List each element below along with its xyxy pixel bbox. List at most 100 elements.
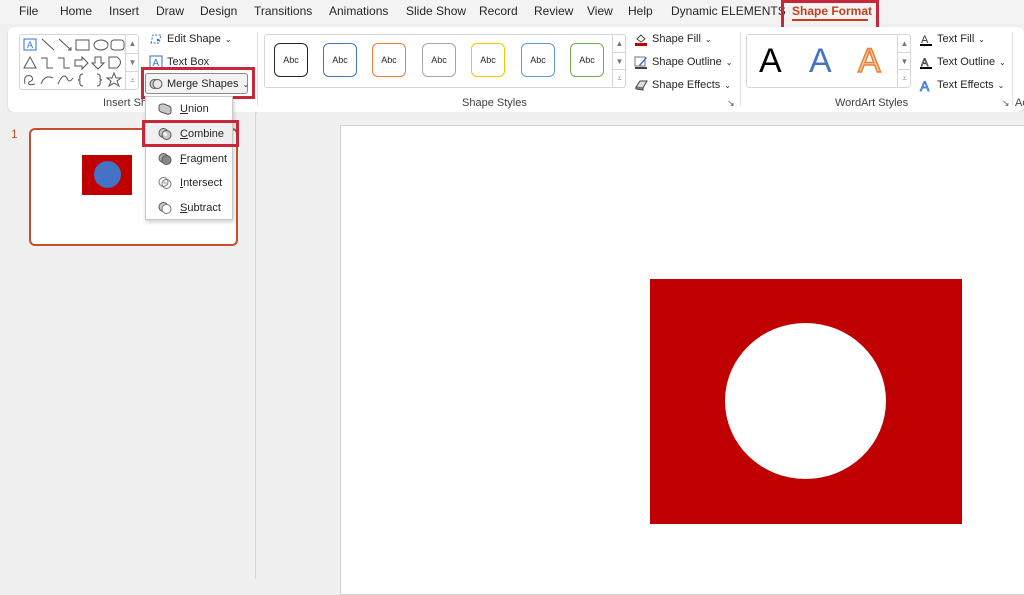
svg-text:A: A [920, 78, 930, 92]
shape-style-orange[interactable]: Abc [372, 43, 406, 77]
scroll-down-icon[interactable]: ▼ [126, 53, 139, 71]
text-effects-button[interactable]: A Text Effects ⌄ [919, 78, 1005, 92]
scroll-up-icon[interactable]: ▲ [613, 35, 626, 52]
menu-item-subtract[interactable]: Subtract [146, 197, 232, 219]
shape-style-light-blue[interactable]: Abc [521, 43, 555, 77]
wordart-style-black[interactable]: A [759, 42, 782, 81]
tab-draw[interactable]: Draw [156, 4, 184, 18]
tab-view[interactable]: View [587, 4, 613, 18]
text-fill-button[interactable]: A Text Fill ⌄ [919, 32, 985, 46]
chevron-down-icon: ⌄ [725, 57, 733, 67]
shape-style-gray[interactable]: Abc [422, 43, 456, 77]
menu-item-label: ubtract [187, 202, 221, 214]
merge-shapes-icon [149, 79, 163, 89]
slide-canvas[interactable] [340, 125, 1024, 595]
style-label: Abc [381, 55, 397, 65]
wordart-scroll[interactable]: ▲ ▼ ⩡ [897, 35, 911, 87]
svg-text:A: A [153, 58, 160, 69]
union-icon [158, 102, 172, 116]
text-outline-icon: A [920, 57, 932, 69]
menu-item-intersect[interactable]: Intersect [146, 172, 232, 194]
text-outline-label: Text Outline [937, 56, 996, 68]
dialog-launcher-icon[interactable]: ↘ [1002, 98, 1010, 109]
shape-effects-label: Shape Effects [652, 79, 721, 91]
merge-shapes-button[interactable]: Merge Shapes ⌄ [149, 77, 249, 91]
shape-outline-label: Shape Outline [652, 56, 722, 68]
text-box-icon: A [149, 55, 163, 69]
wordart-style-orange-outline[interactable]: A [857, 41, 881, 81]
dialog-launcher-icon[interactable]: ↘ [727, 98, 735, 109]
menu-bar: File Home Insert Draw Design Transitions… [0, 0, 1024, 24]
style-label: Abc [431, 55, 447, 65]
accelerator-key: F [180, 153, 187, 165]
tab-dynamic-elements[interactable]: Dynamic ELEMENTS [671, 4, 786, 18]
shape-style-black[interactable]: Abc [274, 43, 308, 77]
svg-text:A: A [27, 40, 33, 50]
chevron-down-icon: ⌄ [242, 79, 250, 89]
group-separator [1012, 32, 1013, 106]
group-separator [257, 32, 258, 106]
text-effects-icon: A [920, 78, 931, 92]
shape-fill-button[interactable]: Shape Fill ⌄ [634, 32, 712, 46]
tab-animations[interactable]: Animations [329, 4, 388, 18]
text-effects-label: Text Effects [937, 79, 994, 91]
accelerator-key: U [180, 103, 188, 115]
text-fill-icon: A [920, 34, 932, 46]
tab-record[interactable]: Record [479, 4, 518, 18]
text-fill-label: Text Fill [937, 33, 975, 45]
menu-item-label: ombine [187, 128, 225, 140]
tab-file[interactable]: File [19, 4, 38, 18]
shape-styles-scroll[interactable]: ▲ ▼ ⩡ [612, 35, 626, 87]
scroll-down-icon[interactable]: ▼ [613, 52, 626, 69]
shapes-gallery-scroll[interactable]: ▲ ▼ ⩡ [125, 35, 139, 89]
tab-transitions[interactable]: Transitions [254, 4, 312, 18]
menu-item-combine[interactable]: Combine [146, 123, 232, 145]
shape-style-blue[interactable]: Abc [323, 43, 357, 77]
scroll-up-icon[interactable]: ▲ [126, 35, 139, 53]
edit-shape-label: Edit Shape [167, 33, 221, 45]
text-outline-button[interactable]: A Text Outline ⌄ [919, 55, 1006, 69]
tab-slide-show[interactable]: Slide Show [406, 4, 466, 18]
merge-shapes-menu: Union Combine Fragment Intersect Subtrac… [145, 96, 233, 220]
tab-insert[interactable]: Insert [109, 4, 139, 18]
scroll-down-icon[interactable]: ▼ [898, 52, 911, 69]
active-tab-indicator [792, 19, 868, 21]
pen-outline-icon [634, 56, 647, 69]
shapes-gallery[interactable]: A ▲ ▼ ⩡ [19, 34, 139, 90]
tab-review[interactable]: Review [534, 4, 573, 18]
menu-item-label: ntersect [183, 177, 223, 189]
wordart-style-blue[interactable]: A [809, 42, 832, 81]
scroll-up-icon[interactable]: ▲ [898, 35, 911, 52]
slide-number: 1 [11, 127, 18, 141]
style-label: Abc [480, 55, 496, 65]
group-separator [740, 32, 741, 106]
chevron-down-icon: ⌄ [997, 80, 1005, 90]
fragment-icon [158, 152, 172, 166]
wordart-styles-group-label: WordArt Styles [835, 97, 909, 109]
shape-styles-group-label: Shape Styles [462, 97, 527, 109]
menu-item-fragment[interactable]: Fragment [146, 148, 232, 170]
gallery-expand-icon[interactable]: ⩡ [613, 69, 626, 86]
style-label: Abc [579, 55, 595, 65]
tab-home[interactable]: Home [60, 4, 92, 18]
tab-design[interactable]: Design [200, 4, 237, 18]
edit-shape-button[interactable]: Edit Shape ⌄ [149, 32, 232, 46]
shape-effects-button[interactable]: Shape Effects ⌄ [634, 78, 731, 92]
shape-outline-button[interactable]: Shape Outline ⌄ [634, 55, 732, 69]
menu-item-label: ragment [186, 153, 228, 165]
shape-style-gold[interactable]: Abc [471, 43, 505, 77]
menu-item-union[interactable]: Union [146, 98, 232, 120]
style-label: Abc [283, 55, 299, 65]
tab-shape-format[interactable]: Shape Format [792, 4, 872, 18]
gallery-expand-icon[interactable]: ⩡ [126, 71, 139, 89]
shape-style-green[interactable]: Abc [570, 43, 604, 77]
shape-effects-icon [635, 80, 648, 91]
text-box-button[interactable]: A Text Box [149, 55, 209, 69]
chevron-down-icon: ⌄ [978, 34, 985, 44]
gallery-expand-icon[interactable]: ⩡ [898, 69, 911, 86]
style-label: Abc [332, 55, 348, 65]
tab-help[interactable]: Help [628, 4, 653, 18]
combine-icon [158, 127, 172, 141]
chevron-down-icon: ⌄ [724, 80, 731, 90]
chevron-down-icon: ⌄ [704, 34, 712, 44]
